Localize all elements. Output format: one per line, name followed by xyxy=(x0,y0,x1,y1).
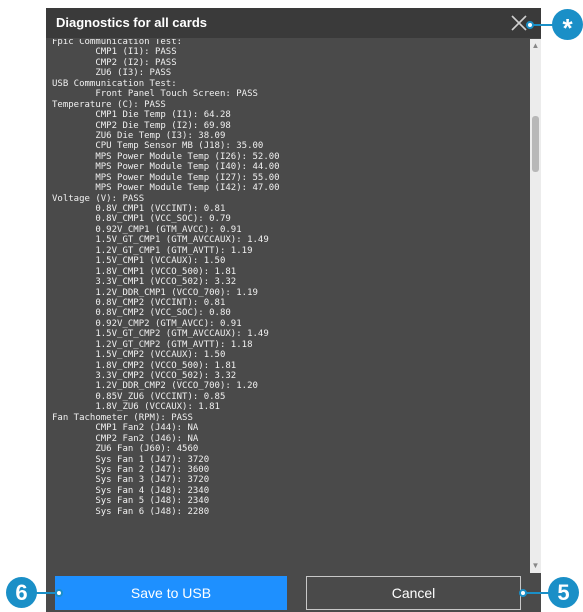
diagnostics-line: CPU Temp Sensor MB (J18): 35.00 xyxy=(52,141,264,152)
diagnostics-line: USB Communication Test: xyxy=(52,78,177,89)
diagnostics-line: 1.5V_CMP2 (VCCAUX): 1.50 xyxy=(52,350,226,361)
diagnostics-line: 3.3V_CMP2 (VCCO_502): 3.32 xyxy=(52,371,237,381)
dialog-titlebar: Diagnostics for all cards xyxy=(46,8,541,38)
diagnostics-line: 0.8V_CMP1 (VCCINT): 0.81 xyxy=(52,204,226,214)
callout-anchor-save xyxy=(55,589,63,597)
diagnostics-line: 1.2V_GT_CMP2 (GTM_AVTT): 1.18 xyxy=(52,339,253,350)
callout-close: * xyxy=(552,9,583,43)
cancel-button[interactable]: Cancel xyxy=(306,576,521,610)
diagnostics-line: Sys Fan 6 (J48): 2280 xyxy=(52,506,210,517)
diagnostics-line: ZU6 (I3): PASS xyxy=(52,68,172,79)
diagnostics-line: Temperature (C): PASS xyxy=(52,99,166,110)
diagnostics-line: 0.8V_CMP2 (VCC_SOC): 0.80 xyxy=(52,308,231,319)
diagnostics-line: 1.5V_GT_CMP2 (GTM_AVCCAUX): 1.49 xyxy=(52,329,269,340)
scrollbar-thumb[interactable] xyxy=(532,116,539,172)
diagnostics-line: 1.8V_ZU6 (VCCAUX): 1.81 xyxy=(52,402,220,413)
diagnostics-line: 1.2V_DDR_CMP2 (VCCO_700): 1.20 xyxy=(52,381,258,392)
diagnostics-line: Front Panel Touch Screen: PASS xyxy=(52,89,258,100)
diagnostics-line: Sys Fan 1 (J47): 3720 xyxy=(52,454,210,465)
diagnostics-line: MPS Power Module Temp (I27): 55.00 xyxy=(52,172,280,183)
diagnostics-line: Fan Tachometer (RPM): PASS xyxy=(52,412,193,423)
diagnostics-line: ZU6 Die Temp (I3): 38.09 xyxy=(52,130,226,141)
diagnostics-line: 3.3V_CMP1 (VCCO_502): 3.32 xyxy=(52,277,237,288)
diagnostics-line: Fpic Communication Test: xyxy=(52,39,183,47)
callout-cancel: 5 xyxy=(548,577,579,608)
diagnostics-line: CMP2 Fan2 (J46): NA xyxy=(52,433,199,444)
diagnostics-line: 0.85V_ZU6 (VCCINT): 0.85 xyxy=(52,391,226,402)
diagnostics-line: 1.8V_CMP1 (VCCO_500): 1.81 xyxy=(52,266,237,277)
callout-leader-cancel xyxy=(524,592,550,594)
diagnostics-line: MPS Power Module Temp (I42): 47.00 xyxy=(52,183,280,194)
diagnostics-line: CMP2 Die Temp (I2): 69.98 xyxy=(52,120,231,131)
diagnostics-line: Sys Fan 5 (J48): 2340 xyxy=(52,496,210,507)
diagnostics-line: MPS Power Module Temp (I40): 44.00 xyxy=(52,162,280,173)
diagnostics-line: ZU6 Fan (J60): 4560 xyxy=(52,444,199,455)
diagnostics-line: 1.5V_CMP1 (VCCAUX): 1.50 xyxy=(52,256,226,267)
diagnostics-dialog: Diagnostics for all cards Fpic Communica… xyxy=(46,8,541,612)
scroll-down-arrow-icon[interactable]: ▼ xyxy=(530,561,541,571)
callout-anchor-cancel xyxy=(519,589,527,597)
dialog-title: Diagnostics for all cards xyxy=(56,15,207,30)
vertical-scrollbar[interactable]: ▲ ▼ xyxy=(530,39,541,573)
diagnostics-line: Sys Fan 4 (J48): 2340 xyxy=(52,485,210,496)
diagnostics-line: 0.8V_CMP1 (VCC_SOC): 0.79 xyxy=(52,214,231,225)
diagnostics-line: Voltage (V): PASS xyxy=(52,193,145,204)
diagnostics-line: 0.92V_CMP1 (GTM_AVCC): 0.91 xyxy=(52,224,242,235)
diagnostics-line: CMP1 Die Temp (I1): 64.28 xyxy=(52,110,231,121)
diagnostics-line: CMP1 Fan2 (J44): NA xyxy=(52,423,199,434)
diagnostics-line: 1.5V_GT_CMP1 (GTM_AVCCAUX): 1.49 xyxy=(52,235,269,246)
diagnostics-line: Sys Fan 2 (J47): 3600 xyxy=(52,464,210,475)
callout-anchor-close xyxy=(526,21,534,29)
diagnostics-line: MPS Power Module Temp (I26): 52.00 xyxy=(52,151,280,162)
diagnostics-line: 1.2V_DDR_CMP1 (VCCO_700): 1.19 xyxy=(52,287,258,298)
diagnostics-line: Sys Fan 3 (J47): 3720 xyxy=(52,475,210,486)
diagnostics-line: CMP2 (I2): PASS xyxy=(52,57,177,68)
dialog-footer: Save to USB Cancel xyxy=(46,573,541,612)
diagnostics-line: 0.92V_CMP2 (GTM_AVCC): 0.91 xyxy=(52,318,242,329)
scroll-up-arrow-icon[interactable]: ▲ xyxy=(530,41,541,51)
diagnostics-output: Fpic Communication Test: CMP1 (I1): PASS… xyxy=(52,39,528,573)
diagnostics-line: 1.8V_CMP2 (VCCO_500): 1.81 xyxy=(52,360,237,371)
diagnostics-line: 1.2V_GT_CMP1 (GTM_AVTT): 1.19 xyxy=(52,245,253,256)
callout-save: 6 xyxy=(6,577,37,608)
save-to-usb-button[interactable]: Save to USB xyxy=(55,576,287,610)
diagnostics-lines: Fpic Communication Test: CMP1 (I1): PASS… xyxy=(52,39,528,517)
diagnostics-line: 0.8V_CMP2 (VCCINT): 0.81 xyxy=(52,297,226,308)
diagnostics-line: CMP1 (I1): PASS xyxy=(52,47,177,58)
